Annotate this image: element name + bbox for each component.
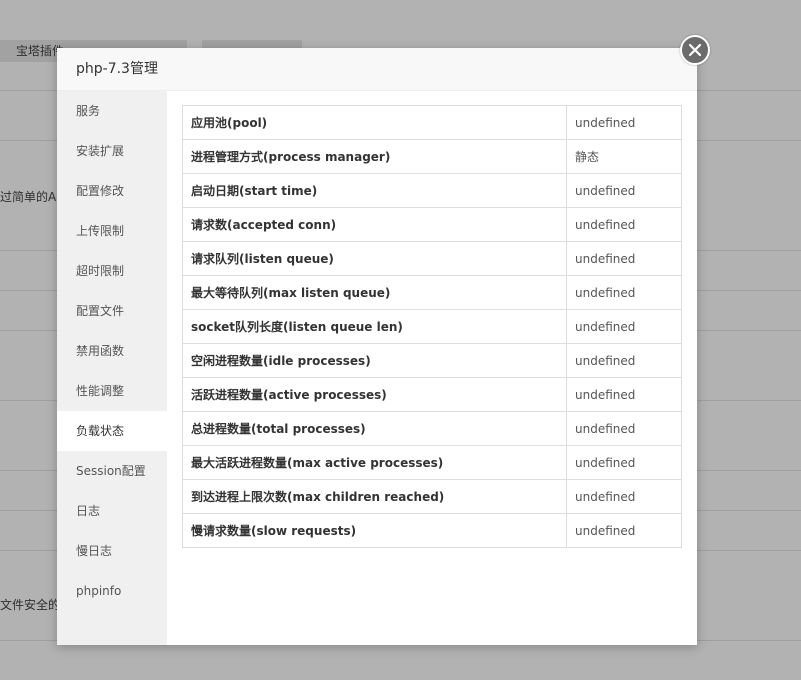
row-label: 最大活跃进程数量(max active processes) [182, 445, 567, 480]
close-icon [688, 43, 702, 57]
table-row: 最大等待队列(max listen queue) undefined [182, 275, 682, 310]
load-status-table: 应用池(pool) undefined 进程管理方式(process manager… [182, 105, 682, 548]
row-value: undefined [566, 513, 682, 548]
row-label: 请求队列(listen queue) [182, 241, 567, 276]
row-label: 到达进程上限次数(max children reached) [182, 479, 567, 514]
row-label: 进程管理方式(process manager) [182, 139, 567, 174]
sidebar-item[interactable]: Session配置 [57, 451, 167, 491]
sidebar-item[interactable]: 上传限制 [57, 211, 167, 251]
table-row: 到达进程上限次数(max children reached) undefined [182, 479, 682, 514]
dialog-header: php-7.3管理 [57, 48, 697, 91]
php-manager-dialog: php-7.3管理 服务 安装扩展 配置修改 上传限制 超时限制 配置文件 禁用函数 性能调整… [57, 35, 710, 645]
sidebar-item[interactable]: 日志 [57, 491, 167, 531]
table-row: 最大活跃进程数量(max active processes) undefined [182, 445, 682, 480]
row-label: socket队列长度(listen queue len) [182, 309, 567, 344]
row-value: undefined [566, 479, 682, 514]
row-value: undefined [566, 241, 682, 276]
row-label: 应用池(pool) [182, 105, 567, 140]
row-value: undefined [566, 275, 682, 310]
sidebar-item[interactable]: phpinfo [57, 571, 167, 611]
row-value: undefined [566, 309, 682, 344]
table-row: 进程管理方式(process manager) 静态 [182, 139, 682, 174]
table-row: 活跃进程数量(active processes) undefined [182, 377, 682, 412]
sidebar-item[interactable]: 服务 [57, 91, 167, 131]
row-value: undefined [566, 343, 682, 378]
table-row: socket队列长度(listen queue len) undefined [182, 309, 682, 344]
sidebar-item[interactable]: 性能调整 [57, 371, 167, 411]
row-label: 空闲进程数量(idle processes) [182, 343, 567, 378]
table-row: 请求数(accepted conn) undefined [182, 207, 682, 242]
sidebar-item[interactable]: 超时限制 [57, 251, 167, 291]
row-value: undefined [566, 207, 682, 242]
sidebar-item[interactable]: 安装扩展 [57, 131, 167, 171]
row-label: 总进程数量(total processes) [182, 411, 567, 446]
table-row: 应用池(pool) undefined [182, 105, 682, 140]
table-row: 空闲进程数量(idle processes) undefined [182, 343, 682, 378]
sidebar-item[interactable]: 负载状态 [57, 411, 167, 451]
row-value: undefined [566, 105, 682, 140]
dialog-title: php-7.3管理 [76, 61, 158, 77]
row-value: 静态 [566, 139, 682, 174]
table-row: 慢请求数量(slow requests) undefined [182, 513, 682, 548]
row-label: 慢请求数量(slow requests) [182, 513, 567, 548]
row-label: 活跃进程数量(active processes) [182, 377, 567, 412]
sidebar-item[interactable]: 配置文件 [57, 291, 167, 331]
table-row: 总进程数量(total processes) undefined [182, 411, 682, 446]
row-value: undefined [566, 411, 682, 446]
table-row: 请求队列(listen queue) undefined [182, 241, 682, 276]
row-label: 启动日期(start time) [182, 173, 567, 208]
row-label: 最大等待队列(max listen queue) [182, 275, 567, 310]
row-value: undefined [566, 173, 682, 208]
sidebar-item[interactable]: 配置修改 [57, 171, 167, 211]
sidebar-item[interactable]: 慢日志 [57, 531, 167, 571]
side-menu: 服务 安装扩展 配置修改 上传限制 超时限制 配置文件 禁用函数 性能调整 负载状态 Sessio… [57, 91, 167, 645]
sidebar-item[interactable]: 禁用函数 [57, 331, 167, 371]
row-label: 请求数(accepted conn) [182, 207, 567, 242]
close-button[interactable] [680, 35, 710, 65]
row-value: undefined [566, 377, 682, 412]
row-value: undefined [566, 445, 682, 480]
table-row: 启动日期(start time) undefined [182, 173, 682, 208]
load-status-panel: 应用池(pool) undefined 进程管理方式(process manager… [182, 105, 682, 548]
